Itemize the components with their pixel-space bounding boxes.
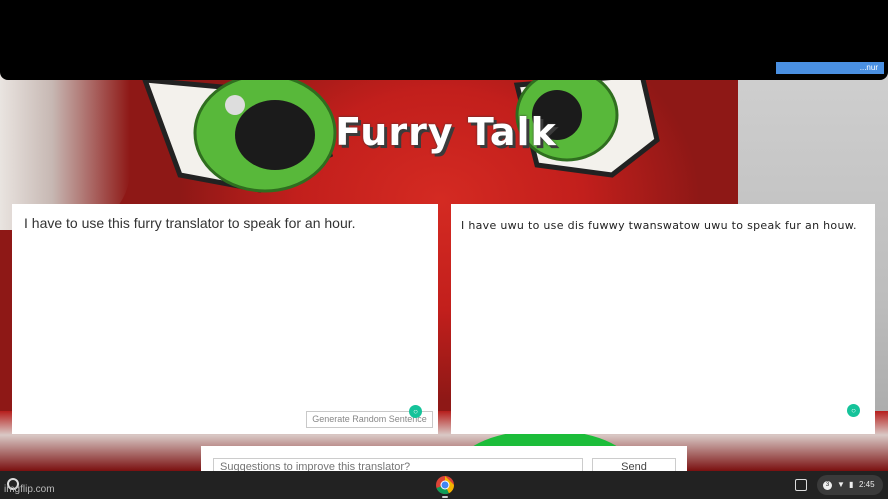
black-redaction-edge xyxy=(0,66,888,80)
os-taskbar: imgflip.com 3 ▼ ▮ 2:45 xyxy=(0,471,888,499)
page-title: Furry Talk xyxy=(335,110,557,154)
running-indicator xyxy=(442,496,448,498)
notification-badge: 3 xyxy=(823,480,832,490)
header-corner-button[interactable]: ...nur xyxy=(776,62,884,74)
grammarly-icon[interactable]: ○ xyxy=(847,404,860,417)
input-text: I have to use this furry translator to s… xyxy=(24,215,356,231)
battery-icon: ▮ xyxy=(849,480,854,489)
output-textarea[interactable]: I have uwu to use dis fuwwy twanswatow u… xyxy=(451,204,875,434)
black-redaction-bar xyxy=(0,0,888,70)
output-text: I have uwu to use dis fuwwy twanswatow u… xyxy=(461,219,857,232)
clock-text: 2:45 xyxy=(859,480,875,489)
watermark-text: imgflip.com xyxy=(4,484,55,495)
screen-capture-icon[interactable] xyxy=(795,479,807,491)
left-eye-image xyxy=(141,75,337,193)
chrome-icon[interactable] xyxy=(435,475,455,495)
input-textarea[interactable]: I have to use this furry translator to s… xyxy=(12,204,438,434)
grammarly-icon[interactable]: ○ xyxy=(409,405,422,418)
wifi-icon: ▼ xyxy=(837,480,845,489)
status-tray[interactable]: 3 ▼ ▮ 2:45 xyxy=(817,475,883,495)
